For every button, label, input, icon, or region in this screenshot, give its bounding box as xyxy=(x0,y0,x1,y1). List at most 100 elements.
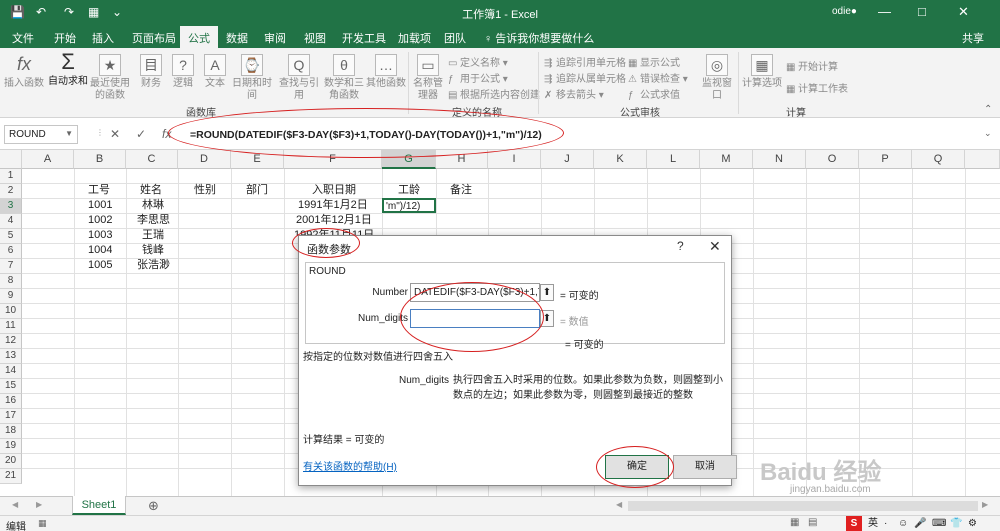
tab-review[interactable]: 审阅 xyxy=(264,30,286,46)
tab-team[interactable]: 团队 xyxy=(444,30,466,46)
remove-arrows-button[interactable]: ✗ 移去箭头 ▾ xyxy=(544,86,604,101)
column-header[interactable]: K xyxy=(594,150,647,169)
row-header[interactable]: 15 xyxy=(0,379,22,394)
select-all-corner[interactable] xyxy=(0,150,22,169)
cancel-formula-icon[interactable]: ✕ xyxy=(110,127,120,141)
watch-window-button[interactable]: ◎ 监视窗口 xyxy=(698,54,736,102)
tab-data[interactable]: 数据 xyxy=(226,30,248,46)
column-header[interactable]: N xyxy=(753,150,806,169)
column-header[interactable]: B xyxy=(74,150,126,169)
header-cell[interactable]: 部门 xyxy=(246,183,268,198)
collapse-dialog-icon[interactable]: ⬆ xyxy=(540,284,554,301)
error-checking-button[interactable]: ⚠ 错误检查 ▾ xyxy=(628,70,688,85)
name-cell[interactable]: 钱峰 xyxy=(142,243,164,258)
tell-me-search[interactable]: ♀ 告诉我你想要做什么 xyxy=(484,30,594,46)
calc-options-button[interactable]: ▦ 计算选项 xyxy=(742,54,782,90)
tab-page-layout[interactable]: 页面布局 xyxy=(132,30,176,46)
sheet-tab[interactable]: Sheet1 xyxy=(72,496,126,515)
column-header[interactable]: I xyxy=(488,150,541,169)
tab-file[interactable]: 文件 xyxy=(12,30,34,46)
header-cell[interactable]: 入职日期 xyxy=(312,183,356,198)
row-header[interactable]: 19 xyxy=(0,439,22,454)
keyboard-icon[interactable]: ⌨ xyxy=(932,516,946,531)
maximize-icon[interactable]: □ xyxy=(918,4,926,19)
id-cell[interactable]: 1001 xyxy=(88,198,112,213)
collapse-ribbon-icon[interactable]: ⌃ xyxy=(984,104,992,115)
show-formulas-button[interactable]: ▦ 显示公式 xyxy=(628,54,680,69)
column-header[interactable]: L xyxy=(647,150,700,169)
cancel-button[interactable]: 取消 xyxy=(673,455,737,479)
id-cell[interactable]: 1004 xyxy=(88,243,112,258)
minimize-icon[interactable]: — xyxy=(878,4,891,19)
column-header[interactable]: Q xyxy=(912,150,965,169)
page-layout-icon[interactable]: ▦ xyxy=(790,517,799,528)
logical-button[interactable]: ? 逻辑 xyxy=(168,54,198,90)
row-header[interactable]: 13 xyxy=(0,349,22,364)
row-header[interactable]: 8 xyxy=(0,274,22,289)
row-header[interactable]: 9 xyxy=(0,289,22,304)
row-header[interactable]: 18 xyxy=(0,424,22,439)
confirm-formula-icon[interactable]: ✓ xyxy=(136,127,146,141)
column-header[interactable]: C xyxy=(126,150,178,169)
page-break-icon[interactable]: ▤ xyxy=(808,517,817,528)
num-digits-input[interactable] xyxy=(410,309,540,328)
id-cell[interactable]: 1002 xyxy=(88,213,112,228)
row-header[interactable]: 6 xyxy=(0,244,22,259)
text-button[interactable]: A 文本 xyxy=(200,54,230,90)
row-header[interactable]: 1 xyxy=(0,169,22,184)
scroll-left-icon[interactable]: ◀ xyxy=(616,500,622,509)
column-header-selected[interactable]: G xyxy=(382,150,436,169)
insert-function-icon[interactable]: fx xyxy=(162,127,171,141)
tab-view[interactable]: 视图 xyxy=(304,30,326,46)
number-input[interactable]: DATEDIF($F3-DAY($F3)+1,TO xyxy=(410,283,540,302)
next-sheet-icon[interactable]: ▶ xyxy=(36,500,42,509)
row-header[interactable]: 17 xyxy=(0,409,22,424)
tab-developer[interactable]: 开发工具 xyxy=(342,30,386,46)
math-trig-button[interactable]: θ 数学和三角函数 xyxy=(324,54,364,102)
evaluate-formula-button[interactable]: ƒ 公式求值 xyxy=(628,86,680,101)
horizontal-scrollbar[interactable] xyxy=(628,501,978,511)
column-header[interactable]: O xyxy=(806,150,859,169)
formula-input[interactable]: =ROUND(DATEDIF($F3-DAY($F3)+1,TODAY()-DA… xyxy=(190,129,542,141)
header-cell[interactable]: 工号 xyxy=(88,183,110,198)
row-header[interactable]: 16 xyxy=(0,394,22,409)
column-header[interactable]: F xyxy=(284,150,382,169)
emoji-icon[interactable]: ☺ xyxy=(898,516,908,531)
settings-icon[interactable]: ⚙ xyxy=(968,516,977,531)
row-header[interactable]: 2 xyxy=(0,184,22,199)
column-header[interactable]: J xyxy=(541,150,594,169)
header-cell[interactable]: 工龄 xyxy=(398,183,420,198)
sogou-ime-icon[interactable]: S xyxy=(846,516,862,531)
tab-formulas[interactable]: 公式 xyxy=(180,26,218,48)
row-header[interactable]: 7 xyxy=(0,259,22,274)
active-cell[interactable]: 'm")/12) xyxy=(382,198,436,213)
add-sheet-icon[interactable]: ⊕ xyxy=(148,498,159,514)
close-icon[interactable]: ✕ xyxy=(958,4,969,20)
column-header[interactable]: P xyxy=(859,150,912,169)
column-header[interactable]: M xyxy=(700,150,753,169)
date-cell[interactable]: 2001年12月1日 xyxy=(296,213,372,228)
use-in-formula-button[interactable]: ƒ 用于公式 ▾ xyxy=(448,70,508,85)
scroll-right-icon[interactable]: ▶ xyxy=(982,500,988,509)
row-header[interactable]: 10 xyxy=(0,304,22,319)
date-cell[interactable]: 1991年1月2日 xyxy=(298,198,368,213)
column-header-partial[interactable] xyxy=(965,150,1000,169)
user-name[interactable]: odie● xyxy=(832,6,857,17)
column-header[interactable]: E xyxy=(231,150,284,169)
collapse-dialog-icon[interactable]: ⬆ xyxy=(540,310,554,327)
name-manager-button[interactable]: ▭ 名称管理器 xyxy=(412,54,444,102)
column-header[interactable]: D xyxy=(178,150,231,169)
row-header[interactable]: 20 xyxy=(0,454,22,469)
ime-language[interactable]: 英 xyxy=(868,516,878,531)
id-cell[interactable]: 1003 xyxy=(88,228,112,243)
tab-addins[interactable]: 加载项 xyxy=(398,30,431,46)
more-functions-button[interactable]: … 其他函数 xyxy=(366,54,406,90)
recent-functions-button[interactable]: ★ 最近使用的函数 xyxy=(88,54,132,102)
help-link[interactable]: 有关该函数的帮助(H) xyxy=(303,460,397,475)
lookup-reference-button[interactable]: Q 查找与引用 xyxy=(276,54,322,102)
create-from-selection-button[interactable]: ▤ 根据所选内容创建 xyxy=(448,86,540,101)
share-button[interactable]: 共享 xyxy=(962,30,984,46)
financial-button[interactable]: 目 财务 xyxy=(136,54,166,90)
name-cell[interactable]: 李思思 xyxy=(137,213,170,228)
date-time-button[interactable]: ⌚ 日期和时间 xyxy=(230,54,274,102)
